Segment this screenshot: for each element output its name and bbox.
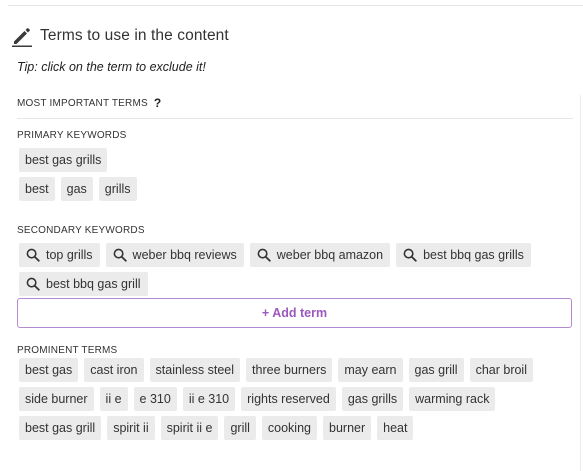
term-label: warming rack <box>415 392 490 406</box>
prominent-term-chip[interactable]: best gas grill <box>19 416 102 440</box>
prominent-terms-row: side burner ii e e 310 ii e 310 rights reser… <box>19 387 496 411</box>
primary-keyword-chip[interactable]: grills <box>98 177 137 201</box>
prominent-term-chip[interactable]: cast iron <box>84 358 144 382</box>
term-label: burner <box>329 421 366 435</box>
primary-keyword-chip[interactable]: best <box>19 177 55 201</box>
term-label: cast iron <box>90 363 138 377</box>
prominent-term-chip[interactable]: ii e <box>99 387 128 411</box>
primary-keyword-chip[interactable]: gas <box>60 177 93 201</box>
primary-keywords-row: best gas grills <box>19 148 108 172</box>
term-label: best gas <box>25 363 73 377</box>
term-label: weber bbq reviews <box>132 248 237 262</box>
secondary-keyword-chip[interactable]: top grills <box>19 243 100 267</box>
secondary-keyword-chip[interactable]: weber bbq reviews <box>105 243 244 267</box>
primary-keywords-label: PRIMARY KEYWORDS <box>17 130 127 141</box>
prominent-term-chip[interactable]: ii e 310 <box>182 387 236 411</box>
prominent-term-chip[interactable]: spirit ii <box>107 416 155 440</box>
term-label: stainless steel <box>155 363 235 377</box>
prominent-term-chip[interactable]: grill <box>224 416 256 440</box>
term-label: weber bbq amazon <box>276 248 384 262</box>
top-divider <box>8 5 583 6</box>
term-label: gas <box>66 182 87 196</box>
secondary-keywords-label: SECONDARY KEYWORDS <box>17 225 145 236</box>
primary-keyword-chip[interactable]: best gas grills <box>19 148 108 172</box>
term-label: ii e 310 <box>188 392 230 406</box>
search-icon <box>257 248 271 262</box>
pencil-icon <box>11 25 33 47</box>
term-label: best gas grill <box>25 421 96 435</box>
prominent-term-chip[interactable]: spirit ii e <box>160 416 219 440</box>
search-icon <box>26 277 40 291</box>
prominent-terms-row: best gas grill spirit ii spirit ii e grill c… <box>19 416 414 440</box>
section-divider <box>17 118 573 119</box>
term-label: three burners <box>252 363 327 377</box>
term-label: top grills <box>46 248 93 262</box>
secondary-keywords-row: top grills weber bbq reviews weber bbq ama… <box>19 243 531 267</box>
term-label: gas grills <box>347 392 398 406</box>
secondary-keyword-chip[interactable]: best bbq gas grill <box>19 272 148 296</box>
prominent-term-chip[interactable]: side burner <box>19 387 94 411</box>
search-icon <box>403 248 417 262</box>
prominent-term-chip[interactable]: rights reserved <box>241 387 336 411</box>
prominent-term-chip[interactable]: warming rack <box>409 387 496 411</box>
panel-right-border <box>580 95 581 471</box>
most-important-terms-label: MOST IMPORTANT TERMS <box>17 97 148 109</box>
term-label: grills <box>104 182 131 196</box>
prominent-term-chip[interactable]: e 310 <box>133 387 177 411</box>
secondary-keyword-chip[interactable]: weber bbq amazon <box>249 243 391 267</box>
prominent-term-chip[interactable]: gas grills <box>341 387 404 411</box>
term-label: spirit ii <box>113 421 149 435</box>
term-label: best gas grills <box>25 153 102 167</box>
prominent-term-chip[interactable]: gas grill <box>408 358 464 382</box>
term-label: spirit ii e <box>166 421 213 435</box>
prominent-term-chip[interactable]: best gas <box>19 358 79 382</box>
prominent-term-chip[interactable]: burner <box>323 416 372 440</box>
prominent-term-chip[interactable]: char broil <box>469 358 533 382</box>
panel-header: Terms to use in the content <box>11 24 229 48</box>
secondary-keywords-row: best bbq gas grill <box>19 272 148 296</box>
term-label: e 310 <box>139 392 171 406</box>
prominent-term-chip[interactable]: cooking <box>261 416 317 440</box>
prominent-term-chip[interactable]: may earn <box>338 358 403 382</box>
term-label: grill <box>230 421 250 435</box>
prominent-terms-row: best gas cast iron stainless steel three bu… <box>19 358 533 382</box>
term-label: gas grill <box>414 363 458 377</box>
term-label: cooking <box>267 421 311 435</box>
most-important-terms-heading: MOST IMPORTANT TERMS ? <box>17 96 161 110</box>
search-icon <box>113 248 127 262</box>
panel-title: Terms to use in the content <box>40 27 229 44</box>
term-label: best bbq gas grills <box>423 248 524 262</box>
term-label: rights reserved <box>247 392 330 406</box>
prominent-term-chip[interactable]: stainless steel <box>149 358 241 382</box>
prominent-terms-label: PROMINENT TERMS <box>17 345 118 356</box>
term-label: may earn <box>344 363 397 377</box>
term-label: side burner <box>25 392 88 406</box>
primary-keywords-row: best gas grills <box>19 177 137 201</box>
prominent-term-chip[interactable]: heat <box>377 416 414 440</box>
help-icon[interactable]: ? <box>154 96 162 110</box>
tip-text: Tip: click on the term to exclude it! <box>17 60 206 74</box>
term-label: best <box>25 182 49 196</box>
term-label: heat <box>383 421 408 435</box>
term-label: best bbq gas grill <box>46 277 141 291</box>
search-icon <box>26 248 40 262</box>
term-label: char broil <box>475 363 527 377</box>
prominent-term-chip[interactable]: three burners <box>246 358 333 382</box>
term-label: ii e <box>105 392 122 406</box>
secondary-keyword-chip[interactable]: best bbq gas grills <box>396 243 531 267</box>
add-term-button[interactable]: + Add term <box>17 298 572 328</box>
